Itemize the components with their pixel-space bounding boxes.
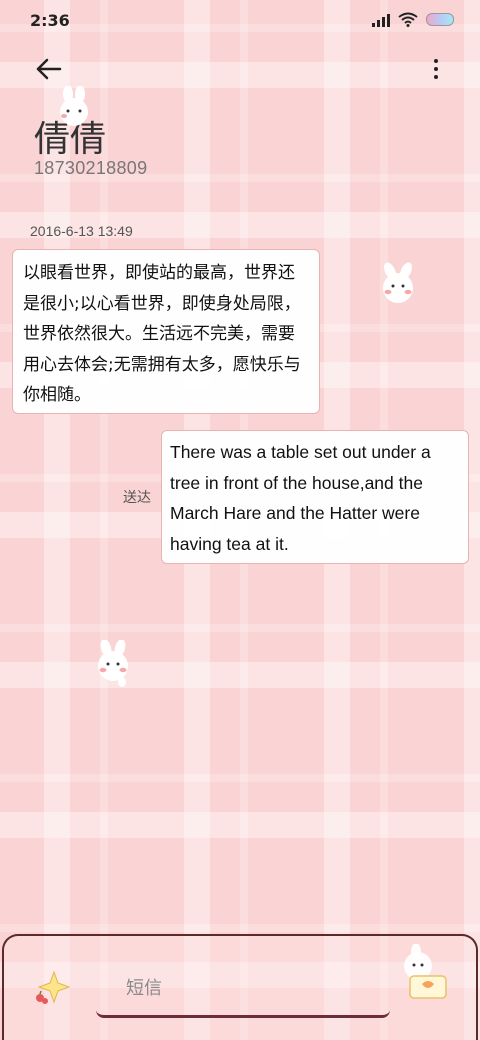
more-vertical-icon	[434, 59, 438, 63]
status-icons	[372, 12, 454, 27]
emoji-button[interactable]	[32, 968, 76, 1008]
battery-icon	[426, 13, 454, 26]
incoming-message-bubble[interactable]: 以眼看世界，即使站的最高，世界还是很小;以心看世界，即使身处局限，世界依然很大。…	[12, 249, 320, 414]
delivery-status: 送达	[123, 490, 151, 506]
send-icon	[404, 943, 447, 999]
wifi-icon	[398, 12, 418, 27]
rabbit-sticker-icon	[98, 640, 128, 687]
message-input[interactable]	[96, 962, 390, 1018]
rabbit-sticker-icon	[383, 262, 413, 303]
contact-number: 18730218809	[34, 158, 148, 178]
status-bar: 2:36	[0, 0, 480, 44]
signal-icon	[372, 13, 390, 27]
message-timestamp: 2016-6-13 13:49	[30, 223, 133, 239]
back-button[interactable]	[32, 54, 66, 84]
outgoing-message-text: There was a table set out under a tree i…	[170, 442, 431, 554]
sparkle-icon	[36, 970, 71, 1004]
incoming-message-text: 以眼看世界，即使站的最高，世界还是很小;以心看世界，即使身处局限，世界依然很大。…	[23, 263, 301, 405]
status-time: 2:36	[30, 11, 70, 30]
arrow-left-icon	[36, 58, 62, 80]
outgoing-message-bubble[interactable]: There was a table set out under a tree i…	[161, 430, 469, 564]
more-options-button[interactable]	[428, 56, 444, 82]
send-button[interactable]	[396, 943, 452, 1004]
rabbit-sticker-icon	[60, 86, 88, 126]
